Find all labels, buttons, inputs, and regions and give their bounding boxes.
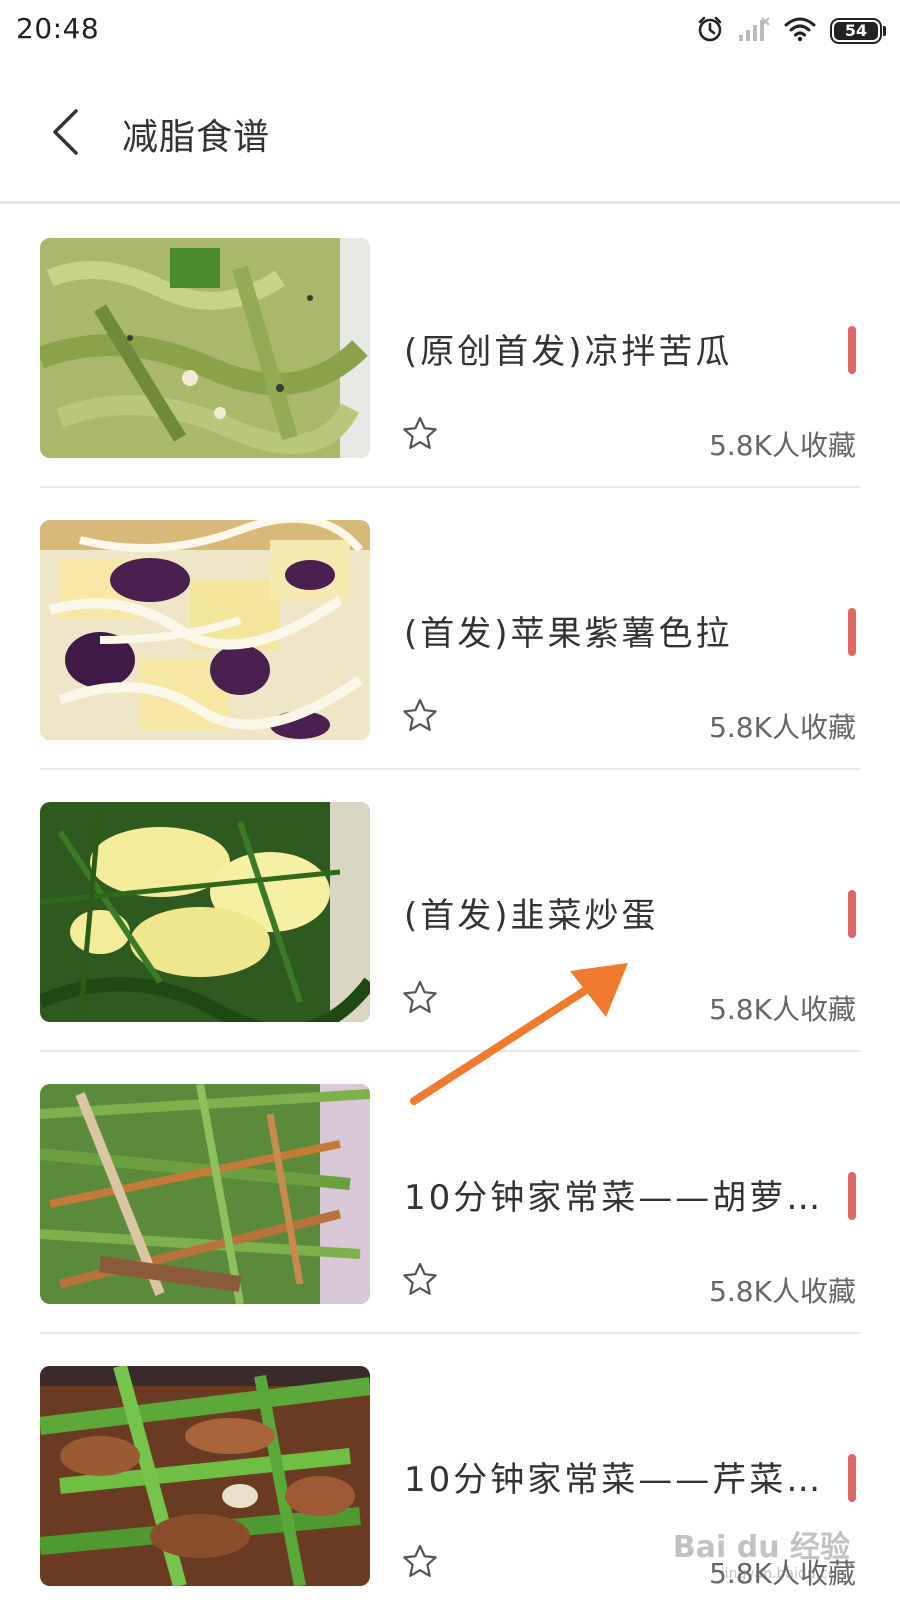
favorite-star-button[interactable]	[400, 1260, 440, 1300]
favorite-count: 5.8K人收藏	[709, 1275, 856, 1308]
alarm-icon	[696, 15, 724, 47]
recipe-thumbnail-carrot-stir-fry[interactable]	[40, 1084, 370, 1304]
status-bar: 20:48 54	[0, 0, 900, 62]
watermark-sub: jingyan.baidu.com	[720, 1566, 850, 1582]
favorite-count: 5.8K人收藏	[709, 429, 856, 462]
accent-bar	[848, 1172, 856, 1220]
chevron-left-icon	[53, 109, 78, 155]
wifi-icon	[784, 16, 816, 46]
baidu-jingyan-watermark: Bai du 经验 jingyan.baidu.com	[673, 1522, 850, 1582]
recipe-title[interactable]: 10分钟家常菜——芹菜…	[404, 1452, 824, 1501]
star-outline-icon	[403, 416, 437, 449]
accent-bar	[848, 326, 856, 374]
favorite-star-button[interactable]	[400, 978, 440, 1018]
recipe-item[interactable]: (首发)苹果紫薯色拉 5.8K人收藏	[0, 488, 900, 770]
favorite-star-button[interactable]	[400, 414, 440, 454]
recipe-thumbnail-apple-salad[interactable]	[40, 520, 370, 740]
recipe-thumbnail-celery-stir-fry[interactable]	[40, 1366, 370, 1586]
favorite-star-button[interactable]	[400, 696, 440, 736]
recipe-title[interactable]: (首发)韭菜炒蛋	[404, 888, 824, 937]
accent-bar	[848, 608, 856, 656]
back-button[interactable]	[40, 102, 90, 162]
page-title: 减脂食谱	[122, 117, 271, 158]
watermark-main: Bai du 经验	[672, 1530, 850, 1565]
recipe-thumbnail-bitter-melon[interactable]	[40, 238, 370, 458]
star-outline-icon	[403, 980, 437, 1013]
accent-bar	[848, 1454, 856, 1502]
status-icons: 54	[696, 14, 886, 48]
screen: 20:48 54 减脂食谱 (原创首发)凉拌苦瓜 5.8K人收藏 (首发)苹果紫…	[0, 0, 900, 1600]
recipe-title[interactable]: (原创首发)凉拌苦瓜	[404, 324, 824, 373]
recipe-title[interactable]: (首发)苹果紫薯色拉	[404, 606, 824, 655]
recipe-item[interactable]: 10分钟家常菜——胡萝… 5.8K人收藏	[0, 1052, 900, 1334]
recipe-list: (原创首发)凉拌苦瓜 5.8K人收藏 (首发)苹果紫薯色拉 5.8K人收藏 (首…	[0, 206, 900, 1600]
cellular-signal-icon	[738, 16, 770, 46]
star-outline-icon	[403, 1262, 437, 1295]
favorite-star-button[interactable]	[400, 1542, 440, 1582]
battery-icon: 54	[830, 18, 886, 44]
status-time: 20:48	[16, 12, 100, 45]
recipe-title[interactable]: 10分钟家常菜——胡萝…	[404, 1170, 824, 1219]
header: 减脂食谱	[0, 62, 900, 204]
accent-bar	[848, 890, 856, 938]
favorite-count: 5.8K人收藏	[709, 993, 856, 1026]
recipe-item[interactable]: (原创首发)凉拌苦瓜 5.8K人收藏	[0, 206, 900, 488]
favorite-count: 5.8K人收藏	[709, 711, 856, 744]
star-outline-icon	[403, 1544, 437, 1577]
star-outline-icon	[403, 698, 437, 731]
recipe-item[interactable]: (首发)韭菜炒蛋 5.8K人收藏	[0, 770, 900, 1052]
battery-level: 54	[834, 22, 878, 40]
recipe-thumbnail-chive-egg[interactable]	[40, 802, 370, 1022]
